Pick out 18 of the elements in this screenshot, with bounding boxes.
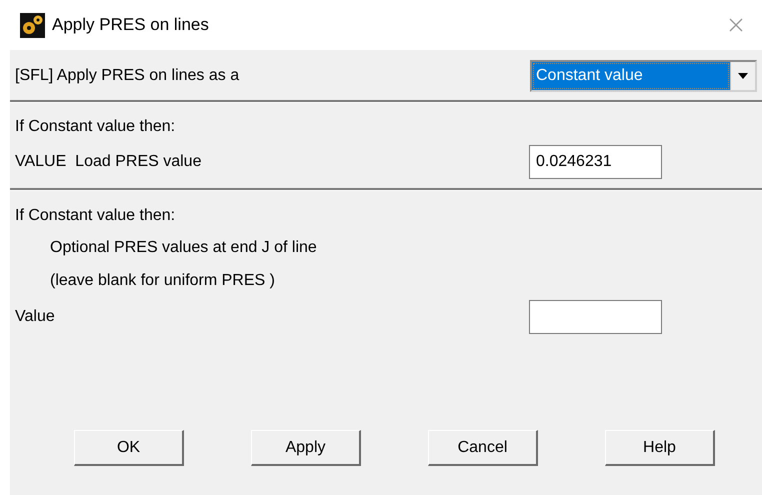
dialog-button[interactable]: Apply [251,430,361,466]
dropdown-arrow-icon[interactable] [738,73,748,79]
close-icon[interactable] [728,17,744,33]
type-dropdown[interactable]: Constant value [530,60,757,92]
hint-text: Optional PRES values at end J of line [50,238,318,256]
dialog-button[interactable]: Help [605,430,715,466]
value-field[interactable]: 0.0246231 [529,145,662,179]
field-label: Value [15,308,56,326]
dialog-button[interactable]: OK [74,430,184,466]
dialog-button[interactable]: Cancel [428,430,538,466]
field-label: VALUE Load PRES value [15,153,202,171]
gears-icon [20,12,45,38]
window-title: Apply PRES on lines [52,15,210,35]
value-field[interactable] [529,300,662,334]
section-heading: If Constant value then: [15,207,176,225]
field-label: [SFL] Apply PRES on lines as a [15,67,240,85]
section-heading: If Constant value then: [15,118,176,136]
hint-text: (leave blank for uniform PRES ) [50,272,276,290]
